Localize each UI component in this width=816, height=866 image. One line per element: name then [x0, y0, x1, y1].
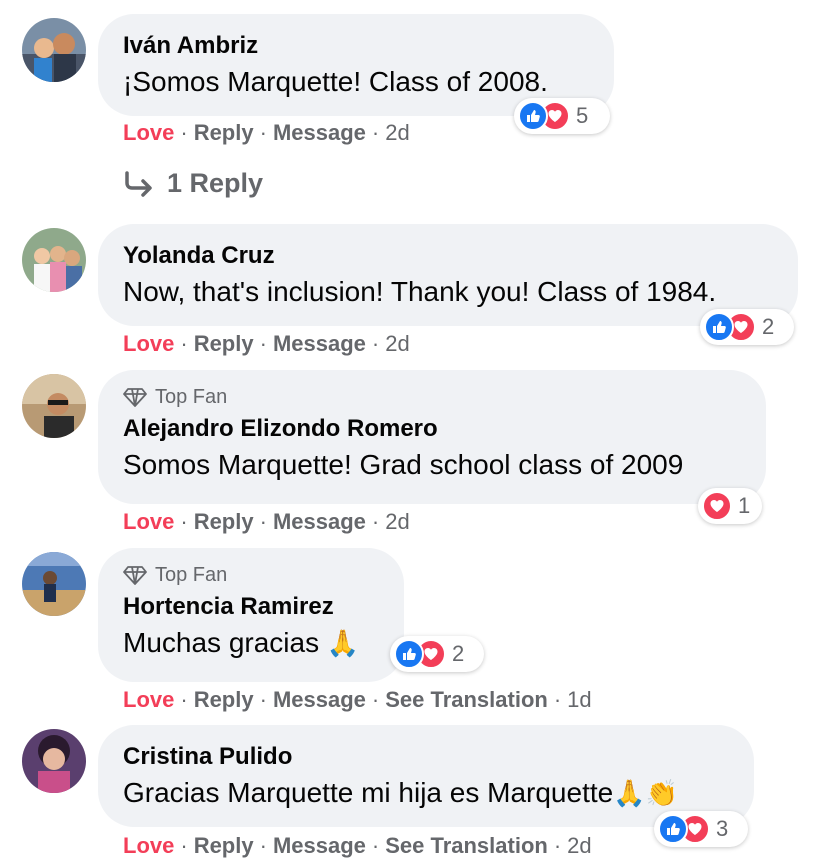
reaction-count: 1 — [738, 493, 751, 518]
avatar[interactable] — [22, 729, 86, 793]
comment-text: Somos Marquette! Grad school class of 20… — [123, 449, 684, 480]
comment-actions: Love · Reply · Message · See Translation… — [123, 687, 592, 713]
separator: · — [371, 331, 380, 356]
separator: · — [259, 833, 267, 858]
top-fan-badge: Top Fan — [123, 563, 378, 587]
message-link[interactable]: Message — [273, 120, 366, 146]
commenter-name[interactable]: Hortencia Ramirez — [123, 593, 378, 621]
top-fan-label: Top Fan — [155, 385, 228, 408]
separator: · — [259, 509, 267, 534]
reply-link[interactable]: Reply — [194, 331, 254, 357]
see-translation-link[interactable]: See Translation — [385, 833, 548, 859]
comment-actions: Love · Reply · Message · 2d — [123, 509, 410, 535]
separator: · — [180, 331, 188, 356]
commenter-name[interactable]: Yolanda Cruz — [123, 242, 772, 270]
comment-bubble: Top Fan Hortencia Ramirez Muchas gracias… — [98, 548, 404, 682]
praying-clapping-emoji: 🙏👏 — [613, 778, 678, 808]
love-link[interactable]: Love — [123, 331, 174, 357]
thumbs-up-icon — [658, 814, 688, 844]
message-link[interactable]: Message — [273, 509, 366, 535]
thumbs-up-icon — [394, 639, 424, 669]
love-link[interactable]: Love — [123, 833, 174, 859]
diamond-icon — [123, 388, 147, 407]
separator: · — [259, 120, 267, 145]
thumbs-up-icon — [518, 101, 548, 131]
message-link[interactable]: Message — [273, 687, 366, 713]
separator: · — [259, 687, 267, 712]
separator: · — [180, 120, 188, 145]
timestamp[interactable]: 2d — [385, 509, 409, 535]
timestamp[interactable]: 2d — [385, 120, 409, 146]
reaction-count: 2 — [762, 314, 775, 339]
love-link[interactable]: Love — [123, 120, 174, 146]
comment-bubble: Yolanda Cruz Now, that's inclusion! Than… — [98, 224, 798, 326]
reaction-summary[interactable]: 3 — [654, 811, 748, 847]
reply-link[interactable]: Reply — [194, 687, 254, 713]
comment-bubble: Cristina Pulido Gracias Marquette mi hij… — [98, 725, 754, 827]
reaction-count: 2 — [452, 641, 465, 666]
separator: · — [371, 120, 380, 145]
avatar[interactable] — [22, 552, 86, 616]
separator: · — [553, 833, 562, 858]
comment-text-body: Gracias Marquette mi hija es Marquette — [123, 777, 614, 808]
timestamp[interactable]: 2d — [567, 833, 591, 859]
separator: · — [553, 687, 562, 712]
reply-link[interactable]: Reply — [194, 833, 254, 859]
avatar[interactable] — [22, 228, 86, 292]
love-link[interactable]: Love — [123, 509, 174, 535]
reply-link[interactable]: Reply — [194, 120, 254, 146]
thumbs-up-icon — [704, 312, 734, 342]
diamond-icon — [123, 566, 147, 585]
separator: · — [371, 687, 380, 712]
comment-text-body: Muchas gracias — [123, 627, 320, 658]
comment-text: Muchas gracias 🙏 — [123, 625, 378, 661]
commenter-name[interactable]: Alejandro Elizondo Romero — [123, 415, 740, 443]
praying-hands-emoji: 🙏 — [326, 628, 360, 658]
comment-text: Now, that's inclusion! Thank you! Class … — [123, 276, 717, 307]
comment-text: ¡Somos Marquette! Class of 2008. — [123, 66, 548, 97]
separator: · — [180, 687, 188, 712]
reaction-summary[interactable]: 1 — [698, 488, 762, 524]
separator: · — [371, 509, 380, 534]
reaction-summary[interactable]: 5 — [514, 98, 610, 134]
avatar[interactable] — [22, 18, 86, 82]
separator: · — [259, 331, 267, 356]
comment-bubble: Top Fan Alejandro Elizondo Romero Somos … — [98, 370, 766, 504]
view-replies-link[interactable]: 1 Reply — [123, 168, 263, 199]
comment-actions: Love · Reply · Message · See Translation… — [123, 833, 592, 859]
reaction-summary[interactable]: 2 — [700, 309, 794, 345]
reaction-count: 3 — [716, 816, 729, 841]
separator: · — [180, 509, 188, 534]
comment-actions: Love · Reply · Message · 2d — [123, 331, 410, 357]
comment-actions: Love · Reply · Message · 2d — [123, 120, 410, 146]
message-link[interactable]: Message — [273, 331, 366, 357]
commenter-name[interactable]: Cristina Pulido — [123, 743, 728, 771]
separator: · — [180, 833, 188, 858]
heart-icon — [702, 491, 732, 521]
top-fan-label: Top Fan — [155, 563, 228, 586]
avatar[interactable] — [22, 374, 86, 438]
reaction-count: 5 — [576, 103, 589, 128]
timestamp[interactable]: 2d — [385, 331, 409, 357]
see-translation-link[interactable]: See Translation — [385, 687, 548, 713]
reply-link[interactable]: Reply — [194, 509, 254, 535]
replies-count: 1 Reply — [167, 168, 264, 198]
top-fan-badge: Top Fan — [123, 385, 740, 409]
separator: · — [371, 833, 380, 858]
commenter-name[interactable]: Iván Ambriz — [123, 32, 588, 60]
message-link[interactable]: Message — [273, 833, 366, 859]
timestamp[interactable]: 1d — [567, 687, 591, 713]
love-link[interactable]: Love — [123, 687, 174, 713]
reply-arrow-icon — [125, 170, 152, 197]
reaction-summary[interactable]: 2 — [390, 636, 484, 672]
comment-text: Gracias Marquette mi hija es Marquette🙏👏 — [123, 775, 728, 811]
